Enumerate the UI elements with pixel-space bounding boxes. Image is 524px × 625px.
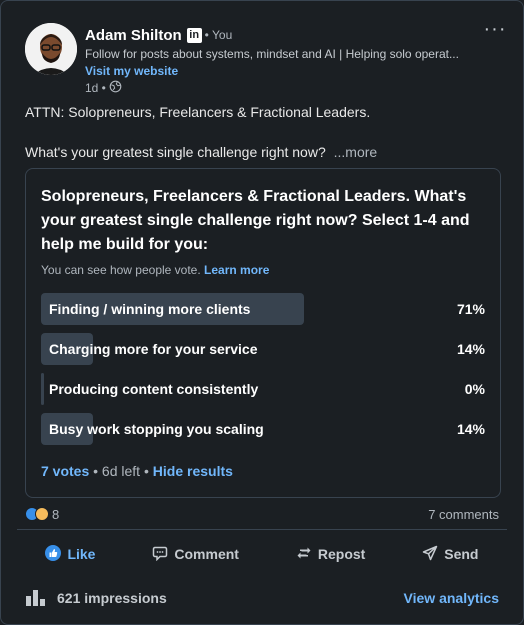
avatar-photo xyxy=(25,23,77,75)
bar-chart-icon xyxy=(25,588,47,609)
comment-label: Comment xyxy=(174,546,239,562)
poll-option[interactable]: Charging more for your service 14% xyxy=(41,333,485,365)
repost-button[interactable]: Repost xyxy=(286,539,375,570)
author-name[interactable]: Adam Shilton xyxy=(85,27,182,44)
view-analytics-link[interactable]: View analytics xyxy=(404,590,499,606)
like-button[interactable]: Like xyxy=(35,539,105,570)
poll: Solopreneurs, Freelancers & Fractional L… xyxy=(25,168,501,498)
repost-icon xyxy=(296,545,312,564)
visit-website-link[interactable]: Visit my website xyxy=(85,64,467,78)
reaction-count: 8 xyxy=(52,506,60,522)
poll-footer: 7 votes • 6d left • Hide results xyxy=(41,463,233,479)
send-button[interactable]: Send xyxy=(412,539,488,570)
comment-button[interactable]: Comment xyxy=(142,539,249,570)
social-counts: 8 7 comments xyxy=(25,505,499,523)
post-time: 1d • xyxy=(85,81,106,95)
post-header: Adam Shilton in • You Follow for posts a… xyxy=(25,19,507,96)
poll-time-left: • 6d left • xyxy=(93,463,149,479)
post-text-line-2: What's your greatest single challenge ri… xyxy=(25,142,499,162)
see-more-link[interactable]: ...more xyxy=(334,144,378,160)
post-text: ATTN: Solopreneurs, Freelancers & Fracti… xyxy=(25,102,499,162)
comments-count[interactable]: 7 comments xyxy=(428,507,499,522)
learn-more-link[interactable]: Learn more xyxy=(204,263,269,277)
repost-label: Repost xyxy=(317,546,366,562)
poll-option-label: Busy work stopping you scaling xyxy=(49,421,264,437)
name-line: Adam Shilton in • You xyxy=(85,25,467,45)
linkedin-premium-icon: in xyxy=(186,27,202,43)
poll-option-percent: 14% xyxy=(456,341,485,357)
poll-option-label: Charging more for your service xyxy=(49,341,258,357)
like-label: Like xyxy=(67,546,96,562)
author-block: Adam Shilton in • You Follow for posts a… xyxy=(85,25,467,96)
connection-degree: • You xyxy=(204,28,233,42)
send-label: Send xyxy=(444,546,479,562)
poll-votes-link[interactable]: 7 votes xyxy=(41,463,89,479)
post-text-line-1: ATTN: Solopreneurs, Freelancers & Fracti… xyxy=(25,104,371,120)
comment-icon xyxy=(152,545,168,564)
thumbs-up-icon xyxy=(45,544,62,564)
post-card: Adam Shilton in • You Follow for posts a… xyxy=(0,0,524,625)
globe-icon xyxy=(109,80,122,96)
more-horizontal-icon[interactable]: ··· xyxy=(483,19,507,43)
poll-visibility-note: You can see how people vote. Learn more xyxy=(41,263,269,277)
poll-option-percent: 71% xyxy=(456,301,485,317)
reactions-summary[interactable]: 8 xyxy=(25,507,59,522)
impressions[interactable]: 621 impressions xyxy=(25,588,167,609)
impressions-count: 621 impressions xyxy=(57,590,167,606)
send-icon xyxy=(422,545,438,564)
post-meta: 1d • xyxy=(85,80,467,96)
poll-option-percent: 14% xyxy=(456,421,485,437)
poll-option[interactable]: Finding / winning more clients 71% xyxy=(41,293,485,325)
poll-note-text: You can see how people vote. xyxy=(41,263,201,277)
poll-option-label: Producing content consistently xyxy=(49,381,259,397)
insightful-reaction-icon xyxy=(35,507,49,521)
divider xyxy=(17,529,507,530)
poll-question: Solopreneurs, Freelancers & Fractional L… xyxy=(41,188,470,253)
poll-option[interactable]: Producing content consistently 0% xyxy=(41,373,485,405)
poll-option-label: Finding / winning more clients xyxy=(49,301,251,317)
poll-result-bar xyxy=(41,373,44,405)
poll-option-percent: 0% xyxy=(464,381,485,397)
avatar[interactable] xyxy=(25,23,77,75)
poll-option[interactable]: Busy work stopping you scaling 14% xyxy=(41,413,485,445)
author-headline: Follow for posts about systems, mindset … xyxy=(85,47,459,61)
analytics-bar: 621 impressions View analytics xyxy=(25,587,499,609)
post-text-question: What's your greatest single challenge ri… xyxy=(25,144,326,160)
hide-results-link[interactable]: Hide results xyxy=(153,463,233,479)
action-bar: Like Comment Repost Send xyxy=(17,539,507,569)
